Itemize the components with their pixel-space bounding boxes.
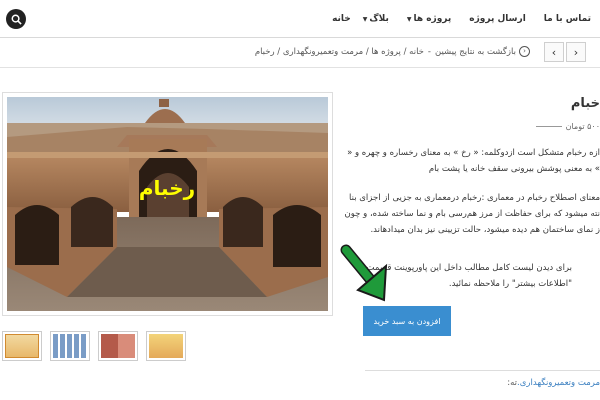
top-navigation-bar: خانه بلاگ ▼ پروژه ها ▼ ارسال پروژه تماس با… [0,0,600,38]
chevron-left-icon: ‹ [551,45,557,59]
product-category: مرمت وتعمیرونگهداری. ته: [507,378,600,388]
menu-item-contact[interactable]: تماس با ما [535,14,600,24]
next-product-button[interactable]: › [566,42,586,62]
back-to-results-link[interactable]: ‹ بازگشت به نتایج پیشین [435,46,530,57]
description-paragraph-1: ازه رخبام متشکل است ازدوکلمه: « رخ » به … [347,148,600,174]
chevron-down-icon: ▼ [406,15,412,23]
search-button[interactable] [6,9,26,29]
product-pager: › ‹ [542,42,586,62]
thumbnail-strip [2,331,194,361]
thumbnail-3[interactable] [98,331,138,361]
svg-text:رخبام: رخبام [139,176,195,200]
breadcrumb: ‹ بازگشت به نتایج پیشین - خانه / پروژه ه… [255,46,530,57]
menu-item-home[interactable]: خانه [323,14,360,24]
main-menu: خانه بلاگ ▼ پروژه ها ▼ ارسال پروژه تماس با… [323,0,600,38]
breadcrumb-bar: › ‹ ‹ بازگشت به نتایج پیشین - خانه / پرو… [0,38,600,68]
product-title: خبام [570,96,600,111]
search-icon [11,14,22,25]
product-price: ۵۰۰ تومان [535,122,600,131]
thumbnail-2[interactable] [50,331,90,361]
add-to-cart-button[interactable]: افزودن به سبد خرید [363,306,451,336]
menu-item-submit-project[interactable]: ارسال پروژه [460,14,535,24]
breadcrumb-path[interactable]: خانه / پروژه ها / مرمت وتعمیرونگهداری / … [255,47,424,57]
description-paragraph-2: معنای اصطلاح رخبام در معماری :رخبام درمع… [344,193,600,235]
price-underline [535,126,562,127]
chevron-right-icon: › [573,45,579,59]
chevron-down-icon: ▼ [362,15,368,23]
product-main-image[interactable]: رخبام [2,92,333,316]
caravanserai-photo: رخبام [7,97,328,311]
image-caption-overlay: رخبام [139,176,195,200]
divider [365,370,600,371]
category-link[interactable]: مرمت وتعمیرونگهداری. [517,378,600,388]
description-paragraph-3: برای دیدن لیست کامل مطالب داخل این پاورپ… [366,263,572,289]
thumbnail-4[interactable] [146,331,186,361]
thumbnail-1[interactable] [2,331,42,361]
back-arrow-icon: ‹ [519,46,530,57]
category-label: ته: [507,378,518,388]
menu-item-blog[interactable]: بلاگ ▼ [354,14,398,24]
menu-item-projects[interactable]: پروژه ها ▼ [398,14,460,24]
breadcrumb-separator: - [427,46,431,57]
previous-product-button[interactable]: ‹ [544,42,564,62]
green-arrow-icon [340,244,388,302]
